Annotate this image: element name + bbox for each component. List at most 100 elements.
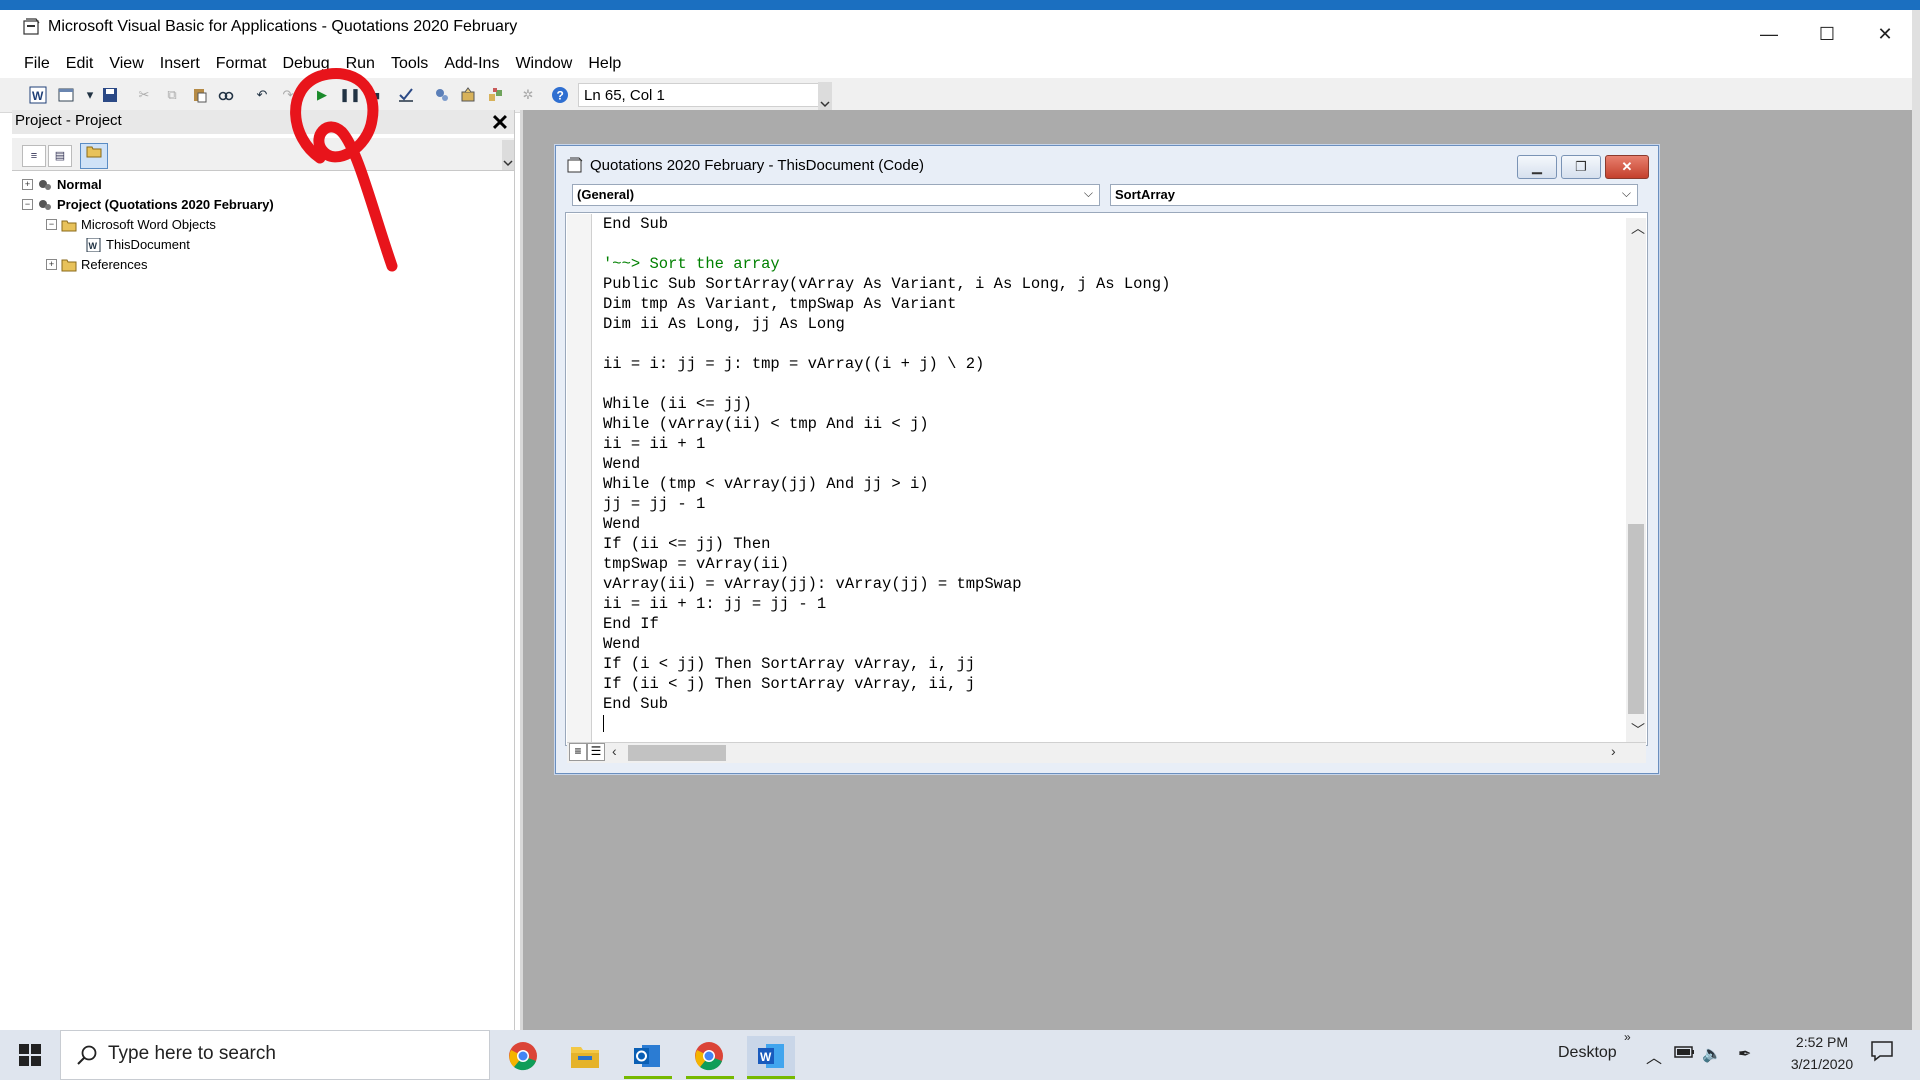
object-combo-value: (General) bbox=[577, 187, 635, 202]
menu-file[interactable]: File bbox=[16, 55, 58, 73]
toolbar-overflow-chevron-icon[interactable] bbox=[818, 82, 832, 110]
tree-item-references[interactable]: + References bbox=[46, 257, 147, 272]
tree-item-project[interactable]: − Project (Quotations 2020 February) bbox=[22, 197, 274, 212]
expand-icon[interactable]: + bbox=[46, 259, 57, 270]
close-button[interactable]: ✕ bbox=[1856, 10, 1914, 58]
procedure-combo[interactable]: SortArray ⌵ bbox=[1110, 184, 1638, 206]
project-pane-close-icon[interactable]: ✕ bbox=[488, 112, 512, 134]
menu-add-ins[interactable]: Add-Ins bbox=[436, 55, 507, 73]
horizontal-scrollbar[interactable] bbox=[567, 742, 1646, 763]
properties-window-icon[interactable] bbox=[458, 85, 478, 105]
vba-app-icon bbox=[23, 18, 40, 35]
menu-window[interactable]: Window bbox=[507, 55, 580, 73]
code-line: While (ii <= jj) bbox=[603, 395, 752, 413]
copy-icon[interactable]: ⧉ bbox=[162, 85, 182, 105]
project-pane-title: Project - Project bbox=[15, 112, 122, 129]
code-module-icon bbox=[567, 157, 583, 173]
word-active-indicator bbox=[747, 1076, 795, 1079]
code-line: ii = ii + 1 bbox=[603, 435, 706, 453]
chevron-up-icon[interactable]: ︿ bbox=[1646, 1044, 1662, 1068]
clock-time[interactable]: 2:52 PM bbox=[1782, 1034, 1862, 1050]
object-combo[interactable]: (General) ⌵ bbox=[572, 184, 1100, 206]
code-line: If (i < jj) Then SortArray vArray, i, jj bbox=[603, 655, 976, 673]
code-window-title: Quotations 2020 February - ThisDocument … bbox=[590, 157, 925, 174]
red-circle-annotation-icon bbox=[290, 68, 398, 272]
chrome-icon[interactable] bbox=[503, 1036, 543, 1076]
view-word-icon[interactable]: W bbox=[28, 85, 48, 105]
chevron-double-right-icon[interactable]: » bbox=[1624, 1030, 1631, 1044]
code-line: tmpSwap = vArray(ii) bbox=[603, 555, 790, 573]
scroll-left-icon[interactable]: ‹ bbox=[612, 743, 617, 759]
maximize-button[interactable]: ☐ bbox=[1798, 10, 1856, 58]
collapse-icon[interactable]: − bbox=[22, 199, 33, 210]
code-window-restore-button[interactable]: ❐ bbox=[1561, 155, 1601, 179]
menu-help[interactable]: Help bbox=[580, 55, 629, 73]
windows-start-icon[interactable] bbox=[18, 1043, 42, 1067]
file-explorer-icon[interactable] bbox=[565, 1036, 605, 1076]
margin-indicator-bar[interactable] bbox=[567, 214, 592, 744]
menu-edit[interactable]: Edit bbox=[58, 55, 102, 73]
code-window-close-button[interactable]: ✕ bbox=[1605, 155, 1649, 179]
code-line: Wend bbox=[603, 455, 641, 473]
save-icon[interactable] bbox=[100, 85, 120, 105]
menu-view[interactable]: View bbox=[101, 55, 151, 73]
search-icon bbox=[77, 1045, 97, 1065]
dropdown-arrow-icon[interactable]: ▾ bbox=[80, 85, 100, 105]
undo-icon[interactable]: ↶ bbox=[252, 85, 272, 105]
code-line: End Sub bbox=[603, 695, 669, 713]
view-object-icon[interactable]: ▤ bbox=[48, 145, 72, 167]
scroll-down-icon[interactable]: ﹀ bbox=[1631, 720, 1645, 740]
svg-text:W: W bbox=[89, 241, 98, 251]
chrome-active-indicator bbox=[686, 1076, 734, 1079]
desktop-toolbar-label[interactable]: Desktop bbox=[1558, 1044, 1617, 1062]
paste-icon[interactable] bbox=[190, 85, 210, 105]
tree-item-label: Microsoft Word Objects bbox=[81, 217, 216, 232]
code-line: Wend bbox=[603, 515, 641, 533]
code-line: jj = jj - 1 bbox=[603, 495, 706, 513]
window-title: Microsoft Visual Basic for Applications … bbox=[48, 18, 518, 35]
notifications-icon[interactable] bbox=[1870, 1040, 1894, 1067]
expand-icon[interactable]: + bbox=[22, 179, 33, 190]
horizontal-scroll-thumb[interactable] bbox=[628, 745, 726, 761]
tree-item-word-objects[interactable]: − Microsoft Word Objects bbox=[46, 217, 216, 232]
code-line: ii = ii + 1: jj = jj - 1 bbox=[603, 595, 827, 613]
svg-text:W: W bbox=[760, 1050, 772, 1064]
scroll-right-icon[interactable]: › bbox=[1611, 743, 1616, 759]
insert-userform-icon[interactable] bbox=[56, 85, 76, 105]
code-line: End Sub bbox=[603, 215, 669, 233]
clock-date[interactable]: 3/21/2020 bbox=[1776, 1056, 1868, 1072]
procedure-view-icon[interactable]: ≡ bbox=[569, 743, 587, 761]
menu-insert[interactable]: Insert bbox=[152, 55, 208, 73]
code-text[interactable]: End Sub '~~> Sort the array Public Sub S… bbox=[603, 214, 1170, 714]
view-code-icon[interactable]: ≡ bbox=[22, 145, 46, 167]
menu-format[interactable]: Format bbox=[208, 55, 275, 73]
object-browser-icon[interactable] bbox=[486, 85, 506, 105]
battery-icon[interactable] bbox=[1674, 1044, 1696, 1065]
code-line: Dim tmp As Variant, tmpSwap As Variant bbox=[603, 295, 957, 313]
chrome-icon[interactable] bbox=[689, 1036, 729, 1076]
scroll-up-icon[interactable]: ︿ bbox=[1631, 218, 1645, 238]
full-module-view-icon[interactable]: ☰ bbox=[587, 743, 605, 761]
project-gear-icon bbox=[39, 199, 51, 210]
tree-item-normal[interactable]: + Normal bbox=[22, 177, 102, 192]
outlook-icon[interactable] bbox=[627, 1036, 667, 1076]
find-icon[interactable] bbox=[216, 85, 236, 105]
word-icon[interactable]: W bbox=[747, 1036, 795, 1076]
help-icon[interactable]: ? bbox=[550, 85, 570, 105]
folder-icon bbox=[61, 259, 77, 271]
minimize-button[interactable]: — bbox=[1740, 10, 1798, 58]
tree-item-thisdocument[interactable]: W ThisDocument bbox=[86, 237, 190, 252]
vertical-scroll-thumb[interactable] bbox=[1628, 524, 1644, 714]
toggle-folders-icon[interactable] bbox=[80, 143, 108, 169]
project-toolbar-chevron-icon[interactable] bbox=[502, 140, 514, 170]
toolbox-icon[interactable]: ✲ bbox=[518, 85, 538, 105]
code-line: While (tmp < vArray(jj) And jj > i) bbox=[603, 475, 929, 493]
code-window-minimize-button[interactable]: ▁ bbox=[1517, 155, 1557, 179]
chevron-down-icon: ⌵ bbox=[1621, 186, 1631, 200]
cut-icon[interactable]: ✂ bbox=[134, 85, 154, 105]
code-line: If (ii <= jj) Then bbox=[603, 535, 771, 553]
collapse-icon[interactable]: − bbox=[46, 219, 57, 230]
project-explorer-icon[interactable] bbox=[432, 85, 452, 105]
volume-icon[interactable]: 🔈 bbox=[1702, 1044, 1722, 1064]
pen-workspace-icon[interactable]: ✒ bbox=[1738, 1044, 1751, 1064]
